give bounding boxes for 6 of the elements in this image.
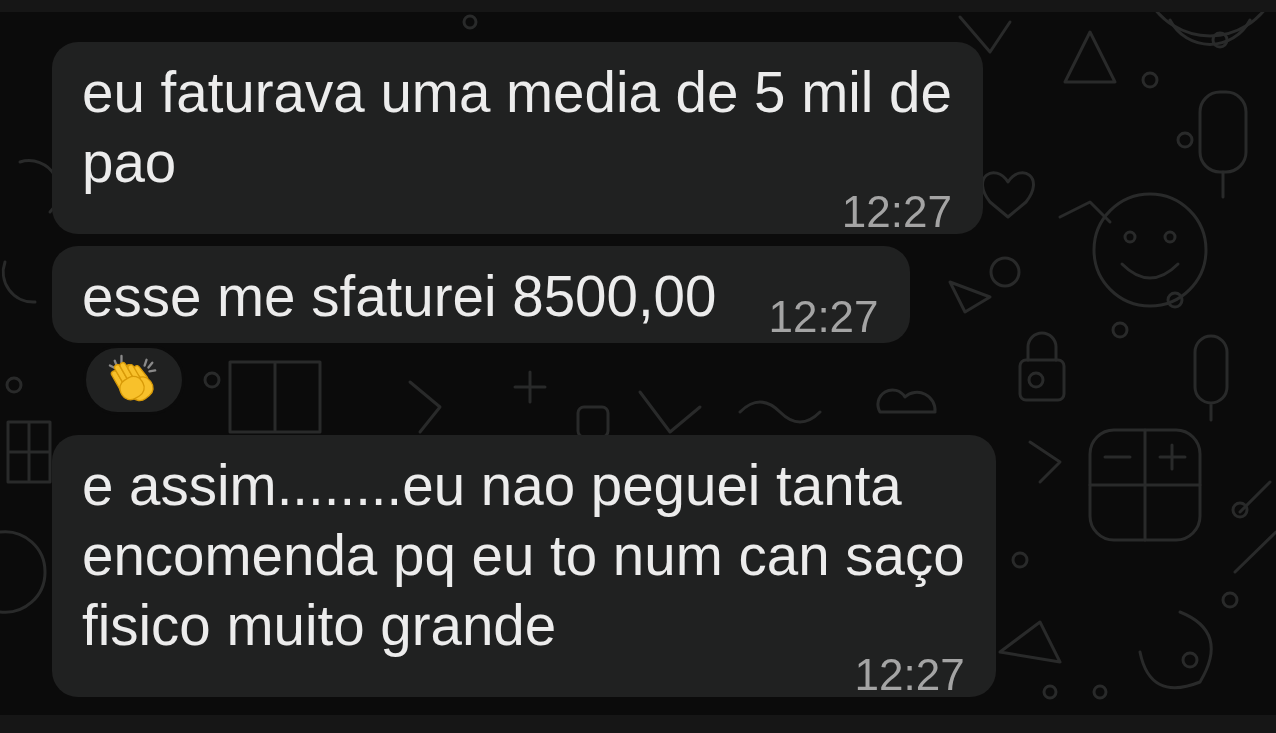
message-time: 12:27 xyxy=(768,301,879,333)
message-text: eu faturava uma media de 5 mil de pao xyxy=(82,61,952,194)
message-text: e assim........eu nao peguei tanta encomenda pq eu to num can saço fisico muito grande xyxy=(82,454,965,657)
message-time: 12:27 xyxy=(854,659,965,691)
message-text: esse me sfaturei 8500,00 xyxy=(82,265,717,328)
message-time: 12:27 xyxy=(841,196,952,228)
